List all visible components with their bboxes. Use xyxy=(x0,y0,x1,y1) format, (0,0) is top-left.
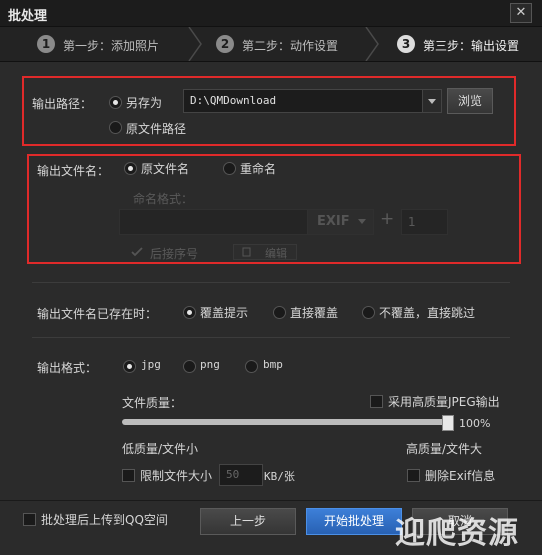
output-format-label: 输出格式： xyxy=(37,361,98,375)
naming-format-input[interactable] xyxy=(119,209,308,235)
low-quality-label: 低质量/文件小 xyxy=(122,442,199,456)
step-indicator: 1 第一步：添加照片 2 第二步：动作设置 3 第三步：输出设置 xyxy=(0,27,542,62)
edit-button[interactable]: 编辑 xyxy=(233,244,297,260)
step-3-label: 第三步：输出设置 xyxy=(423,39,520,53)
delete-exif-checkbox[interactable] xyxy=(407,469,420,482)
step-2-number: 2 xyxy=(216,35,234,53)
output-path-input[interactable]: D:\QMDownload xyxy=(183,89,429,113)
chevron-down-icon xyxy=(358,219,366,224)
step-1-number: 1 xyxy=(37,35,55,53)
quality-value: 100% xyxy=(459,417,491,430)
format-bmp-label: bmp xyxy=(263,358,283,371)
quality-label: 文件质量： xyxy=(122,396,183,410)
exif-dropdown-label: EXIF xyxy=(317,214,350,229)
overwrite-prompt-label: 覆盖提示 xyxy=(200,306,249,320)
step-separator-icon xyxy=(188,27,202,61)
step-2-label: 第二步：动作设置 xyxy=(242,39,339,53)
checkmark-icon xyxy=(131,247,143,257)
limit-size-unit: KB/张 xyxy=(264,470,295,483)
output-path-label: 输出路径： xyxy=(32,97,93,111)
overwrite-prompt-radio[interactable] xyxy=(183,306,196,319)
window-title: 批处理 xyxy=(8,9,48,24)
original-filename-label: 原文件名 xyxy=(141,162,190,176)
format-png-label: png xyxy=(200,358,220,371)
overwrite-direct-radio[interactable] xyxy=(273,306,286,319)
counter-input[interactable]: 1 xyxy=(401,209,448,235)
original-path-radio[interactable] xyxy=(109,121,122,134)
skip-radio[interactable] xyxy=(362,306,375,319)
output-filename-label: 输出文件名： xyxy=(37,164,110,178)
save-as-radio[interactable] xyxy=(109,96,122,109)
divider xyxy=(32,337,510,338)
format-bmp-radio[interactable] xyxy=(245,360,258,373)
prev-step-button[interactable]: 上一步 xyxy=(200,508,296,535)
chevron-down-icon xyxy=(428,99,436,104)
original-path-label: 原文件路径 xyxy=(126,122,187,136)
format-png-radio[interactable] xyxy=(183,360,196,373)
suffix-number-label: 后接序号 xyxy=(150,247,199,261)
footer-divider xyxy=(0,500,542,501)
high-quality-label: 高质量/文件大 xyxy=(406,442,483,456)
overwrite-direct-label: 直接覆盖 xyxy=(290,306,339,320)
skip-label: 不覆盖，直接跳过 xyxy=(379,306,476,320)
path-dropdown-button[interactable] xyxy=(422,89,442,113)
edit-button-label: 编辑 xyxy=(265,247,287,260)
quality-slider-track[interactable] xyxy=(122,419,452,425)
upload-qzone-checkbox[interactable] xyxy=(23,513,36,526)
title-bar: 批处理 ✕ xyxy=(0,0,542,27)
plus-icon: + xyxy=(380,209,395,229)
rename-label: 重命名 xyxy=(240,162,277,176)
format-jpg-radio[interactable] xyxy=(123,360,136,373)
original-filename-radio[interactable] xyxy=(124,162,137,175)
start-batch-button[interactable]: 开始批处理 xyxy=(306,508,402,535)
exif-dropdown[interactable]: EXIF xyxy=(307,209,374,235)
step-separator-icon xyxy=(365,27,379,61)
save-as-label: 另存为 xyxy=(126,96,163,110)
browse-button[interactable]: 浏览 xyxy=(447,88,493,114)
limit-size-input[interactable]: 50 xyxy=(219,464,263,486)
limit-size-label: 限制文件大小 xyxy=(140,469,213,483)
limit-size-checkbox[interactable] xyxy=(122,469,135,482)
divider xyxy=(32,282,510,283)
edit-icon xyxy=(242,247,251,257)
quality-slider-thumb[interactable] xyxy=(442,415,454,431)
hq-jpeg-label: 采用高质量JPEG输出 xyxy=(388,395,500,409)
file-exists-label: 输出文件名已存在时： xyxy=(37,307,158,321)
watermark-text: 迎爬资源 xyxy=(395,516,519,551)
delete-exif-label: 删除Exif信息 xyxy=(425,469,496,483)
step-1-label: 第一步：添加照片 xyxy=(63,39,160,53)
format-jpg-label: jpg xyxy=(141,358,161,371)
rename-radio[interactable] xyxy=(223,162,236,175)
hq-jpeg-checkbox[interactable] xyxy=(370,395,383,408)
step-3-number: 3 xyxy=(397,35,415,53)
upload-qzone-label: 批处理后上传到QQ空间 xyxy=(41,513,168,527)
close-button[interactable]: ✕ xyxy=(510,3,532,23)
counter-value: 1 xyxy=(408,215,416,229)
naming-format-label: 命名格式： xyxy=(133,192,194,206)
